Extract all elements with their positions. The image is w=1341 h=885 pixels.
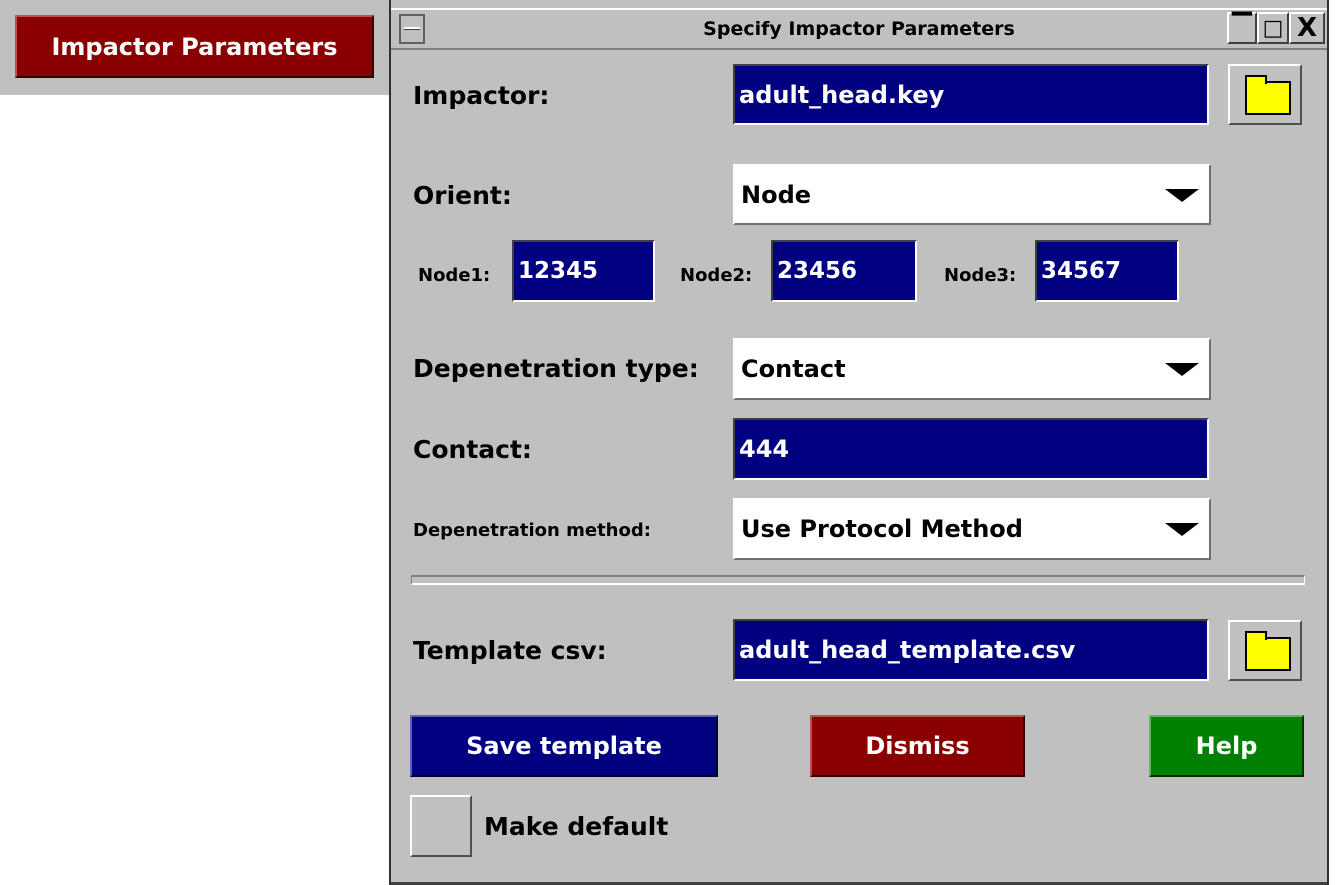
- depenetration-method-selected: Use Protocol Method: [741, 515, 1023, 543]
- node2-field[interactable]: 23456: [771, 240, 917, 302]
- depenetration-method-dropdown[interactable]: Use Protocol Method: [733, 498, 1211, 560]
- minimize-icon[interactable]: ▔: [1227, 12, 1257, 44]
- help-button[interactable]: Help: [1149, 715, 1304, 777]
- launcher-panel: Impactor Parameters: [0, 0, 389, 95]
- node3-label: Node3:: [944, 264, 1017, 286]
- close-icon[interactable]: X: [1289, 12, 1325, 44]
- make-default-label: Make default: [484, 811, 669, 841]
- chevron-down-icon: [1165, 523, 1199, 536]
- node1-field[interactable]: 12345: [512, 240, 655, 302]
- maximize-icon[interactable]: □: [1257, 12, 1289, 44]
- depenetration-type-label: Depenetration type:: [413, 353, 699, 383]
- make-default-checkbox[interactable]: [410, 795, 472, 857]
- folder-icon: [1245, 631, 1291, 671]
- window-title: Specify Impactor Parameters: [703, 18, 1015, 40]
- template-csv-label: Template csv:: [413, 635, 607, 665]
- chevron-down-icon: [1165, 188, 1199, 202]
- orient-dropdown[interactable]: Node: [733, 164, 1211, 225]
- folder-icon: [1245, 75, 1291, 115]
- orient-label: Orient:: [413, 180, 512, 210]
- template-csv-browse-button[interactable]: [1228, 620, 1302, 681]
- title-bar[interactable]: Specify Impactor Parameters: [391, 8, 1327, 50]
- impactor-label: Impactor:: [413, 80, 550, 110]
- impactor-parameters-button[interactable]: Impactor Parameters: [15, 15, 374, 78]
- node2-label: Node2:: [680, 264, 753, 286]
- save-template-button[interactable]: Save template: [410, 715, 718, 777]
- depenetration-type-dropdown[interactable]: Contact: [733, 338, 1211, 400]
- depenetration-type-selected: Contact: [741, 355, 846, 383]
- impactor-field[interactable]: adult_head.key: [733, 64, 1209, 125]
- separator: [411, 575, 1305, 585]
- node3-field[interactable]: 34567: [1035, 240, 1179, 302]
- system-menu-icon[interactable]: [399, 14, 425, 44]
- chevron-down-icon: [1165, 363, 1199, 376]
- depenetration-method-label: Depenetration method:: [413, 519, 651, 541]
- impactor-browse-button[interactable]: [1228, 64, 1302, 125]
- impactor-parameters-label: Impactor Parameters: [51, 32, 338, 61]
- specify-impactor-parameters-dialog: Specify Impactor Parameters ▔ □ X Impact…: [389, 0, 1329, 885]
- contact-field[interactable]: 444: [733, 418, 1209, 480]
- dismiss-button[interactable]: Dismiss: [810, 715, 1025, 777]
- node1-label: Node1:: [418, 264, 491, 286]
- contact-label: Contact:: [413, 434, 532, 464]
- orient-selected: Node: [741, 180, 812, 209]
- template-csv-field[interactable]: adult_head_template.csv: [733, 619, 1209, 681]
